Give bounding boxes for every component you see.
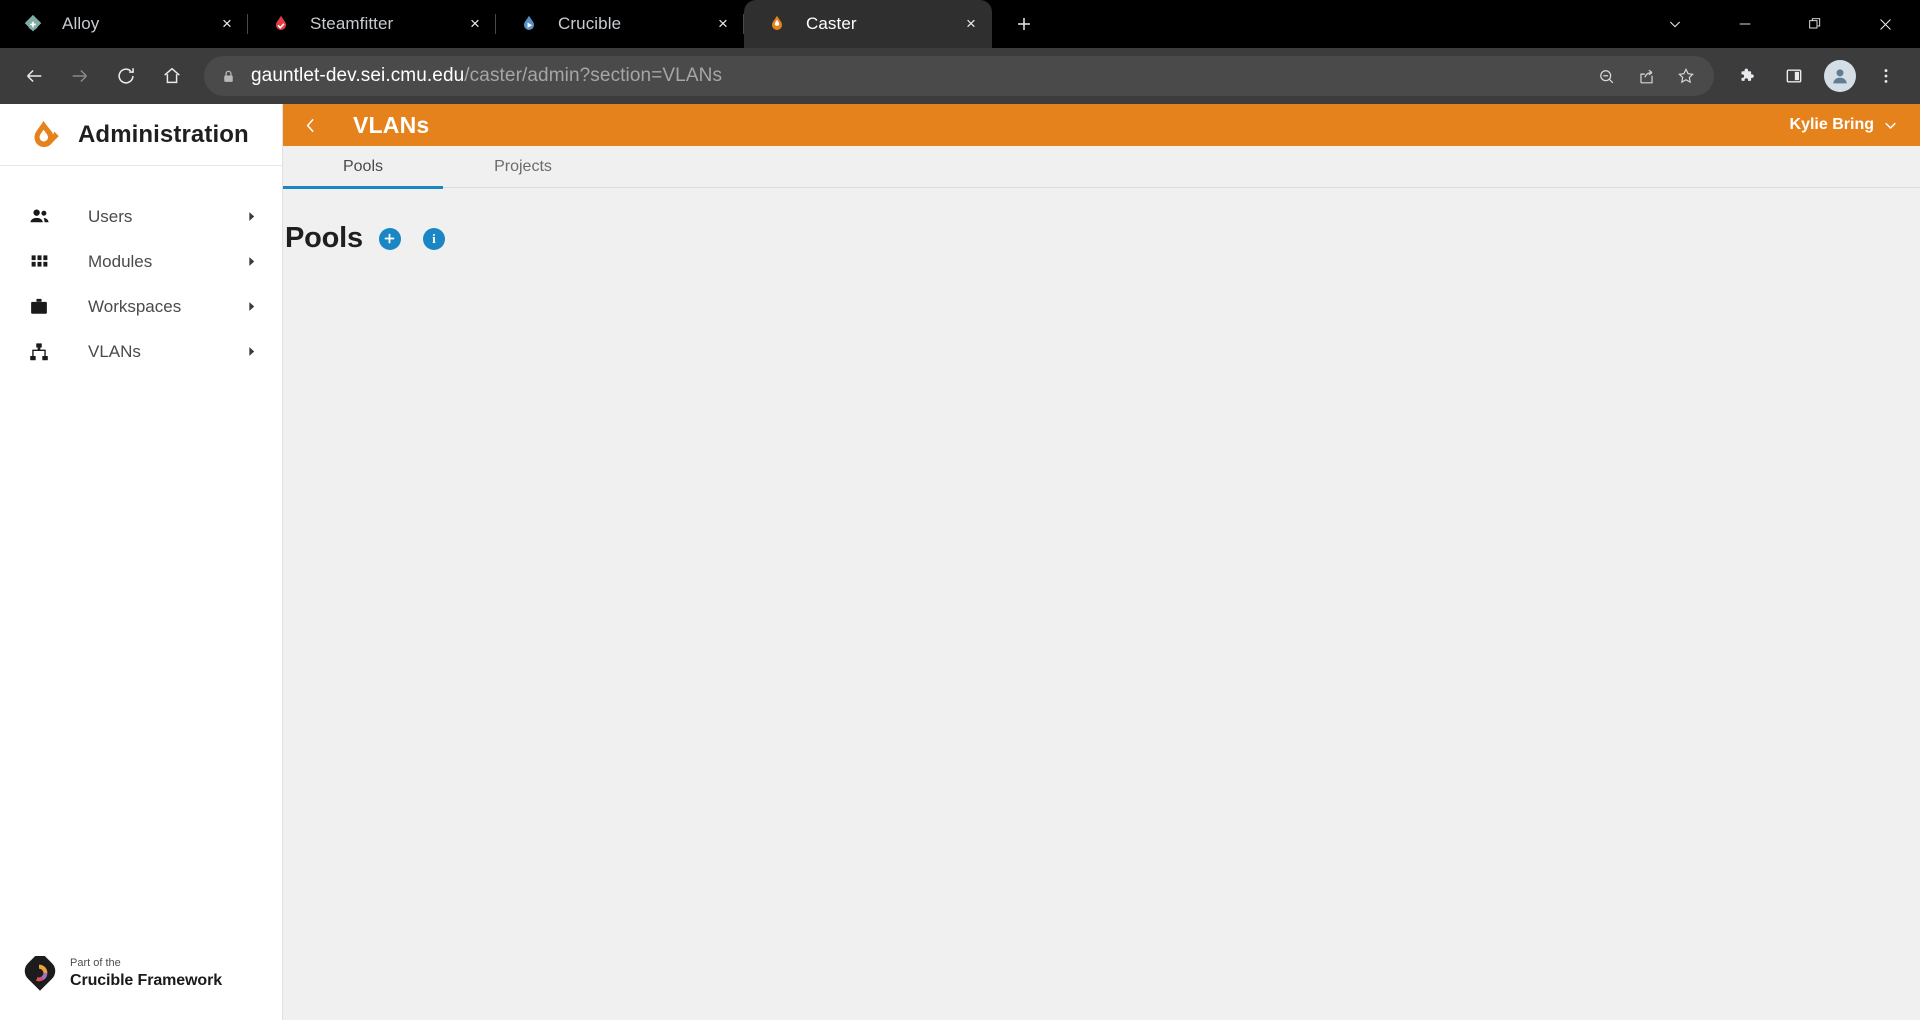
- profile-avatar[interactable]: [1818, 54, 1862, 98]
- page-title: Administration: [78, 120, 249, 148]
- forward-button[interactable]: [58, 54, 102, 98]
- tab-title: Caster: [806, 14, 857, 33]
- section-title: Pools: [285, 222, 363, 254]
- sidebar-item-label: Users: [88, 206, 133, 226]
- browser-toolbar: gauntlet-dev.sei.cmu.edu/caster/admin?se…: [0, 48, 1920, 104]
- alloy-droplet-icon: [22, 13, 44, 35]
- tab-strip: Alloy × Steamfitter × Crucible × Caster …: [0, 0, 1920, 48]
- chevron-right-icon: [245, 300, 258, 313]
- chevron-right-icon: [245, 255, 258, 268]
- tab-label: Projects: [494, 158, 552, 175]
- sidebar-item-workspaces[interactable]: Workspaces: [0, 284, 282, 329]
- user-menu-button[interactable]: Kylie Bring: [1790, 116, 1898, 134]
- app-header-title: VLANs: [353, 111, 430, 138]
- back-button[interactable]: [12, 54, 56, 98]
- main-content: VLANs Kylie Bring Pools Projects Pools i: [283, 104, 1920, 1020]
- crucible-framework-footer: Part of the Crucible Framework: [0, 951, 282, 1020]
- avatar: [1824, 60, 1856, 92]
- tab-close-button[interactable]: ×: [214, 11, 240, 37]
- toolbar-right-actions: [1726, 54, 1908, 98]
- sidebar-item-label: VLANs: [88, 341, 141, 361]
- grid-icon: [26, 249, 52, 275]
- tab-close-button[interactable]: ×: [958, 11, 984, 37]
- omnibox-actions: [1586, 56, 1706, 96]
- tab-title: Crucible: [558, 14, 622, 33]
- sidebar-item-modules[interactable]: Modules: [0, 239, 282, 284]
- content-tabs: Pools Projects: [283, 146, 1920, 189]
- app-header: VLANs Kylie Bring: [283, 104, 1920, 146]
- chevron-down-icon: [1885, 122, 1896, 129]
- address-bar[interactable]: gauntlet-dev.sei.cmu.edu/caster/admin?se…: [204, 56, 1714, 96]
- maximize-button[interactable]: [1780, 0, 1850, 48]
- close-window-button[interactable]: [1850, 0, 1920, 48]
- lock-icon: [220, 68, 237, 85]
- footer-line-2: Crucible Framework: [70, 971, 223, 989]
- sidebar-item-label: Workspaces: [88, 296, 182, 316]
- admin-sidebar: Administration Users Modules Workspaces …: [0, 104, 283, 1020]
- footer-text: Part of the Crucible Framework: [70, 957, 222, 991]
- chevron-left-icon[interactable]: [283, 104, 337, 146]
- browser-tab-alloy[interactable]: Alloy ×: [0, 0, 248, 48]
- home-button[interactable]: [150, 54, 194, 98]
- add-pool-button[interactable]: [378, 227, 401, 250]
- browser-tab-steamfitter[interactable]: Steamfitter ×: [248, 0, 496, 48]
- minimize-button[interactable]: [1710, 0, 1780, 48]
- steamfitter-droplet-icon: [270, 13, 292, 35]
- browser-tab-caster[interactable]: Caster ×: [744, 0, 992, 48]
- tab-pools[interactable]: Pools: [283, 146, 443, 189]
- browser-tab-crucible[interactable]: Crucible ×: [496, 0, 744, 48]
- chevron-right-icon: [245, 345, 258, 358]
- zoom-out-icon[interactable]: [1586, 56, 1626, 96]
- crucible-droplet-icon: [518, 13, 540, 35]
- people-icon: [26, 204, 52, 230]
- info-glyph: i: [432, 231, 436, 246]
- section-header: Pools i: [285, 222, 1920, 255]
- url-text: gauntlet-dev.sei.cmu.edu/caster/admin?se…: [251, 65, 722, 87]
- network-icon: [26, 339, 52, 365]
- sidebar-brand: Administration: [0, 104, 282, 166]
- sidebar-item-users[interactable]: Users: [0, 194, 282, 239]
- reload-button[interactable]: [104, 54, 148, 98]
- briefcase-icon: [26, 294, 52, 320]
- sidebar-item-label: Modules: [88, 251, 153, 271]
- url-path: /caster/admin?section=VLANs: [464, 65, 723, 86]
- window-controls: [1640, 0, 1920, 48]
- tab-search-button[interactable]: [1640, 0, 1710, 48]
- caster-droplet-logo: [26, 117, 62, 153]
- side-panel-icon[interactable]: [1772, 54, 1816, 98]
- tab-label: Pools: [342, 158, 384, 175]
- tab-projects[interactable]: Projects: [443, 146, 603, 188]
- footer-line-1: Part of the: [70, 957, 121, 970]
- tab-close-button[interactable]: ×: [710, 11, 736, 37]
- new-tab-button[interactable]: [1002, 4, 1046, 44]
- sidebar-item-vlans[interactable]: VLANs: [0, 329, 282, 374]
- tab-close-button[interactable]: ×: [462, 11, 488, 37]
- pools-panel: Pools i: [283, 188, 1920, 1020]
- bookmark-star-icon[interactable]: [1666, 56, 1706, 96]
- chrome-menu-icon[interactable]: [1864, 54, 1908, 98]
- user-name: Kylie Bring: [1789, 116, 1874, 133]
- crucible-c-logo: [22, 951, 58, 992]
- page-viewport: Administration Users Modules Workspaces …: [0, 104, 1920, 1020]
- share-icon[interactable]: [1626, 56, 1666, 96]
- url-host: gauntlet-dev.sei.cmu.edu: [251, 65, 465, 86]
- browser-window: Alloy × Steamfitter × Crucible × Caster …: [0, 0, 1920, 1020]
- sidebar-nav: Users Modules Workspaces VLANs: [0, 166, 282, 374]
- info-button[interactable]: i: [422, 227, 445, 250]
- tab-title: Steamfitter: [310, 14, 394, 33]
- tabs-area: Alloy × Steamfitter × Crucible × Caster …: [0, 0, 1046, 48]
- extensions-icon[interactable]: [1726, 54, 1770, 98]
- caster-droplet-icon: [766, 13, 788, 35]
- tab-title: Alloy: [62, 14, 100, 33]
- chevron-right-icon: [245, 210, 258, 223]
